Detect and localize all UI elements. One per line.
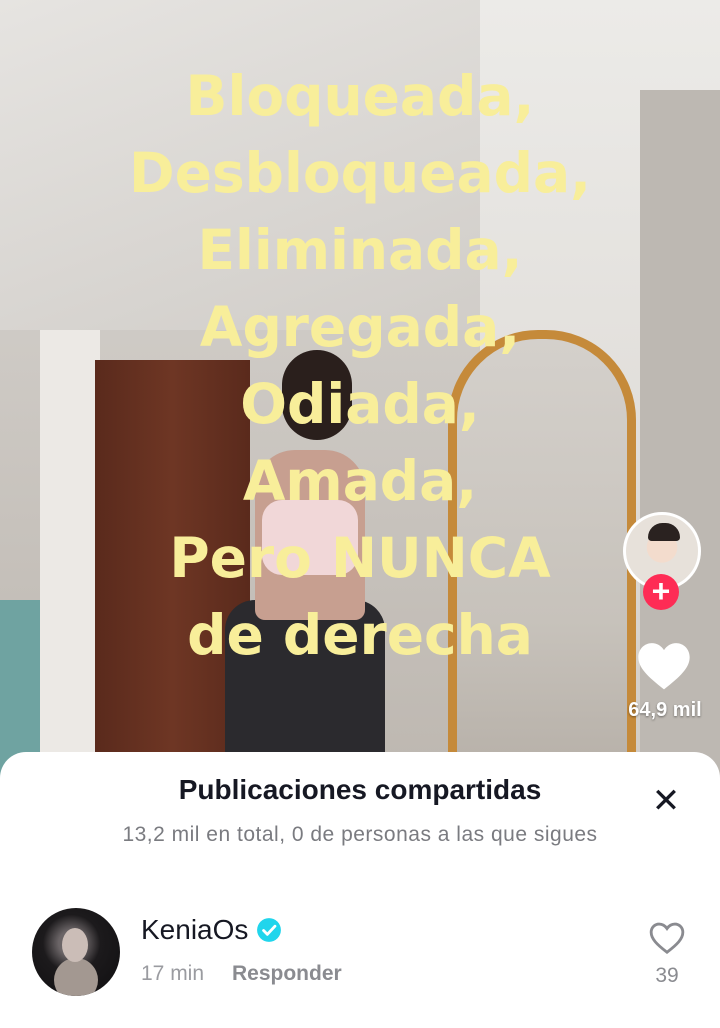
- overlay-line: Pero NUNCA: [169, 526, 551, 590]
- avatar-figure-face: [62, 928, 88, 962]
- reply-button[interactable]: Responder: [232, 962, 342, 986]
- close-icon[interactable]: ✕: [646, 782, 686, 822]
- heart-icon[interactable]: [636, 640, 692, 692]
- comment-username[interactable]: KeniaOs: [141, 914, 248, 946]
- comment-like-count: 39: [655, 964, 679, 987]
- overlay-line: de derecha: [187, 603, 533, 667]
- overlay-line: Eliminada,: [197, 218, 523, 282]
- sheet-subtitle: 13,2 mil en total, 0 de personas a las q…: [122, 823, 598, 846]
- sheet-title: Publicaciones compartidas: [178, 774, 542, 805]
- overlay-line: Amada,: [242, 449, 478, 513]
- video-overlay-caption: Bloqueada, Desbloqueada, Eliminada, Agre…: [0, 58, 720, 674]
- video-player[interactable]: Bloqueada, Desbloqueada, Eliminada, Agre…: [0, 0, 720, 790]
- follow-button[interactable]: +: [643, 574, 679, 610]
- like-count: 64,9 mil: [628, 699, 702, 721]
- comment-timestamp: 17 min: [141, 962, 205, 985]
- overlay-line: Bloqueada,: [185, 64, 535, 128]
- overlay-line: Desbloqueada,: [128, 141, 592, 205]
- shared-posts-sheet: Publicaciones compartidas ✕ 13,2 mil en …: [0, 752, 720, 1028]
- comment-username-row[interactable]: KeniaOs: [141, 914, 282, 946]
- comment-heart-icon[interactable]: [648, 920, 686, 956]
- overlay-line: Agregada,: [199, 295, 521, 359]
- avatar[interactable]: [32, 908, 120, 996]
- overlay-line: Odiada,: [240, 372, 480, 436]
- avatar-figure-body: [54, 958, 98, 996]
- verified-badge-icon: [257, 918, 282, 942]
- avatar-hair: [648, 523, 680, 541]
